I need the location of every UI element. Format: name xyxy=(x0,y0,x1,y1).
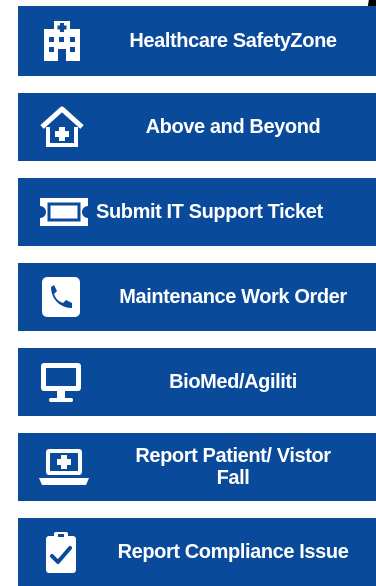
clipboard-check-icon xyxy=(36,530,96,574)
tile-label: Submit IT Support Ticket xyxy=(96,201,323,223)
tile-label: BioMed/Agiliti xyxy=(169,371,297,393)
phone-icon xyxy=(36,275,96,319)
biomed-agiliti-button[interactable]: BioMed/Agiliti xyxy=(18,348,376,416)
ticket-icon xyxy=(36,190,96,234)
tile-label: Above and Beyond xyxy=(145,116,321,138)
tile-label: Report Patient/ Vistor Fall xyxy=(135,445,331,489)
tile-label: Healthcare SafetyZone xyxy=(129,30,337,52)
laptop-medical-icon xyxy=(36,445,96,489)
healthcare-safetyzone-button[interactable]: Healthcare SafetyZone xyxy=(18,6,376,76)
report-patient-fall-button[interactable]: Report Patient/ Vistor Fall xyxy=(18,433,376,501)
report-compliance-issue-button[interactable]: Report Compliance Issue xyxy=(18,518,376,586)
maintenance-work-order-button[interactable]: Maintenance Work Order xyxy=(18,263,376,331)
tile-label: Maintenance Work Order xyxy=(119,286,347,308)
monitor-icon xyxy=(36,360,96,404)
tile-label: Report Compliance Issue xyxy=(117,541,349,563)
submit-it-support-ticket-button[interactable]: Submit IT Support Ticket xyxy=(18,178,376,246)
hospital-building-icon xyxy=(36,19,96,63)
quick-links-menu: Healthcare SafetyZone Above and Beyond S… xyxy=(18,6,376,586)
home-medical-icon xyxy=(36,105,96,149)
above-and-beyond-button[interactable]: Above and Beyond xyxy=(18,93,376,161)
